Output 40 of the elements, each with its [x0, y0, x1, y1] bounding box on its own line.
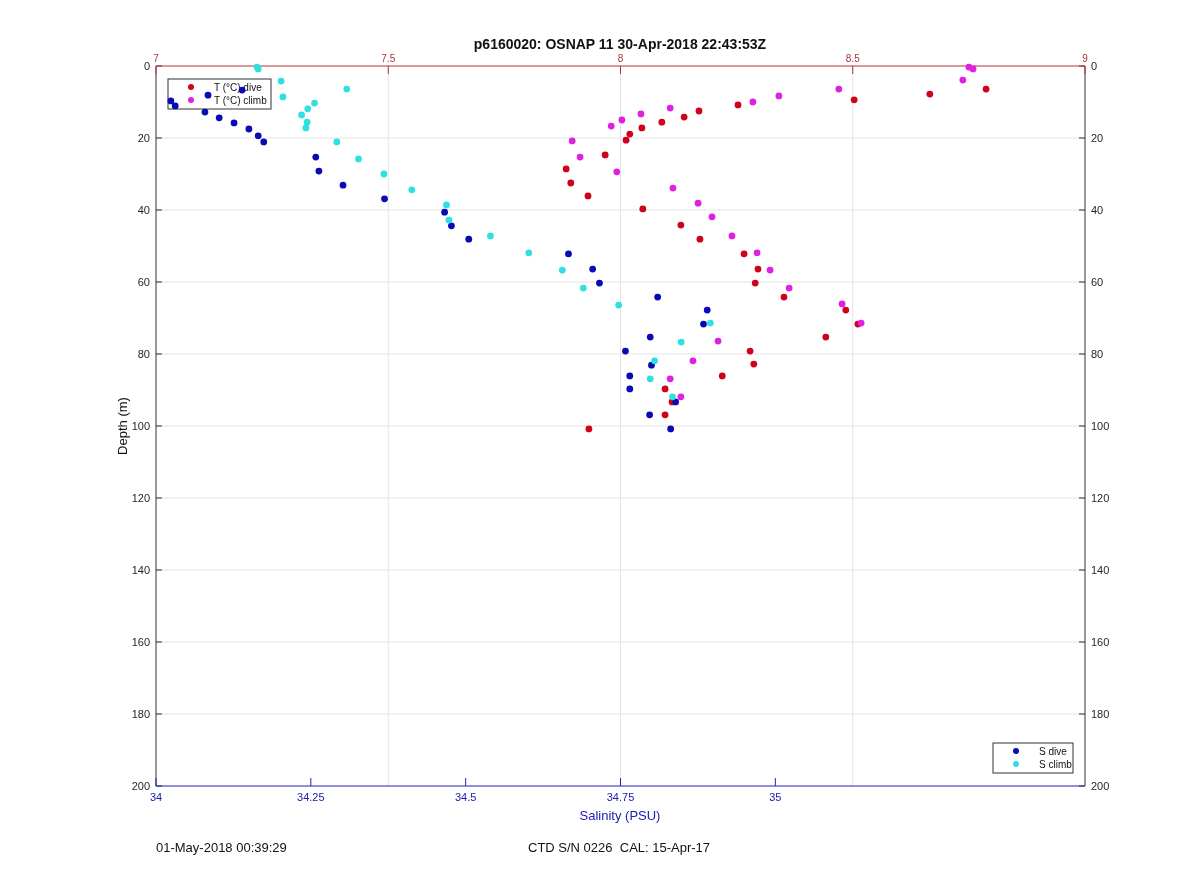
tick-label: 35: [769, 791, 782, 803]
tick-label: 7.5: [381, 53, 396, 64]
tick-label: 34.5: [454, 791, 477, 803]
tick-label: 34.25: [297, 791, 325, 803]
tick-label: 8.5: [845, 53, 860, 64]
tick-label: 40: [1091, 204, 1104, 216]
tick-label: 100: [1091, 420, 1110, 432]
tick-label: 20: [137, 132, 150, 144]
tick-label: 80: [137, 348, 150, 360]
tick-label: 34: [149, 791, 163, 803]
tick-label: 0: [1091, 60, 1098, 72]
tick-label: 8: [617, 53, 624, 64]
timestamp: 01-May-2018 00:39:29: [156, 840, 288, 855]
legend-label: T (°C) climb: [214, 95, 267, 106]
tick-label: 9: [1082, 53, 1088, 64]
tick-label: 140: [131, 564, 150, 576]
tick-label: 120: [1091, 492, 1110, 504]
tick-label: 140: [1091, 564, 1110, 576]
tick-label: 80: [1091, 348, 1104, 360]
tick-label: 180: [1091, 708, 1110, 720]
tick-label: 160: [1091, 636, 1110, 648]
chart-title: p6160020: OSNAP 11 30-Apr-2018 22:43:53Z: [473, 36, 767, 52]
tick-label: 20: [1091, 132, 1104, 144]
tick-label: 200: [1091, 780, 1110, 792]
y-axis-label: Depth (m): [115, 397, 130, 455]
tick-label: 60: [137, 276, 150, 288]
tick-label: 7: [153, 53, 159, 64]
tick-label: 60: [1091, 276, 1104, 288]
x-axis-label: Salinity (PSU): [579, 808, 661, 823]
legend-label: S climb: [1039, 759, 1072, 770]
tick-label: 160: [131, 636, 150, 648]
tick-label: 200: [131, 780, 150, 792]
instrument-info: CTD S/N 0226 CAL: 15-Apr-17: [528, 840, 711, 855]
tick-label: 0: [143, 60, 150, 72]
tick-label: 120: [131, 492, 150, 504]
tick-label: 34.75: [606, 791, 635, 803]
tick-label: 40: [137, 204, 150, 216]
legend-label: S dive: [1039, 746, 1067, 757]
tick-label: 180: [131, 708, 150, 720]
tick-label: 100: [131, 420, 150, 432]
